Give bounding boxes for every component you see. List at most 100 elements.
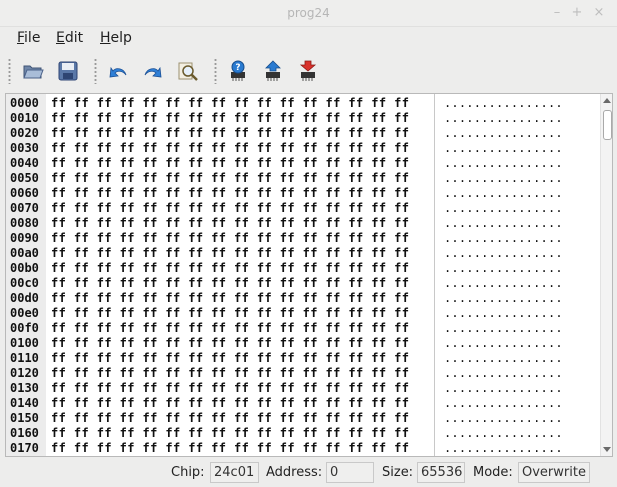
chip-read-icon xyxy=(265,60,281,81)
hex-ascii-divider xyxy=(434,94,435,456)
chip-write-button[interactable] xyxy=(293,56,323,86)
status-bar: Chip: 24c01 Address: 0 Size: 65536 Mode:… xyxy=(0,459,617,487)
row-hex-bytes[interactable]: ff ff ff ff ff ff ff ff ff ff ff ff ff f… xyxy=(51,366,409,381)
chip-read-button[interactable] xyxy=(258,56,288,86)
row-ascii[interactable]: ................ xyxy=(444,306,563,321)
row-ascii[interactable]: ................ xyxy=(444,156,563,171)
vertical-scrollbar[interactable] xyxy=(600,94,612,456)
mode-value: Overwrite xyxy=(518,462,590,483)
row-address: 00a0 xyxy=(10,246,39,260)
row-address: 00d0 xyxy=(10,291,39,305)
row-hex-bytes[interactable]: ff ff ff ff ff ff ff ff ff ff ff ff ff f… xyxy=(51,126,409,141)
row-hex-bytes[interactable]: ff ff ff ff ff ff ff ff ff ff ff ff ff f… xyxy=(51,231,409,246)
row-ascii[interactable]: ................ xyxy=(444,111,563,126)
row-ascii[interactable]: ................ xyxy=(444,321,563,336)
size-label: Size: xyxy=(382,465,414,480)
row-address: 00c0 xyxy=(10,276,39,290)
row-hex-bytes[interactable]: ff ff ff ff ff ff ff ff ff ff ff ff ff f… xyxy=(51,96,409,111)
mode-label: Mode: xyxy=(473,465,513,480)
row-ascii[interactable]: ................ xyxy=(444,216,563,231)
scroll-thumb[interactable] xyxy=(603,110,612,140)
maximize-icon[interactable]: + xyxy=(568,4,586,22)
row-address: 0050 xyxy=(10,171,39,185)
row-ascii[interactable]: ................ xyxy=(444,426,563,441)
app-window: prog24 – + × File Edit Help ? 0000 ff ff… xyxy=(0,0,617,487)
save-button[interactable] xyxy=(53,56,83,86)
title-bar[interactable]: prog24 – + × xyxy=(0,0,617,27)
chip-label: Chip: xyxy=(171,465,205,480)
row-address: 0090 xyxy=(10,231,39,245)
row-hex-bytes[interactable]: ff ff ff ff ff ff ff ff ff ff ff ff ff f… xyxy=(51,351,409,366)
row-hex-bytes[interactable]: ff ff ff ff ff ff ff ff ff ff ff ff ff f… xyxy=(51,336,409,351)
row-hex-bytes[interactable]: ff ff ff ff ff ff ff ff ff ff ff ff ff f… xyxy=(51,141,409,156)
redo-button[interactable] xyxy=(138,56,168,86)
row-hex-bytes[interactable]: ff ff ff ff ff ff ff ff ff ff ff ff ff f… xyxy=(51,396,409,411)
row-address: 0070 xyxy=(10,201,39,215)
row-hex-bytes[interactable]: ff ff ff ff ff ff ff ff ff ff ff ff ff f… xyxy=(51,321,409,336)
undo-button[interactable] xyxy=(103,56,133,86)
find-button[interactable] xyxy=(173,56,203,86)
row-hex-bytes[interactable]: ff ff ff ff ff ff ff ff ff ff ff ff ff f… xyxy=(51,381,409,396)
row-hex-bytes[interactable]: ff ff ff ff ff ff ff ff ff ff ff ff ff f… xyxy=(51,171,409,186)
row-hex-bytes[interactable]: ff ff ff ff ff ff ff ff ff ff ff ff ff f… xyxy=(51,261,409,276)
row-ascii[interactable]: ................ xyxy=(444,291,563,306)
row-ascii[interactable]: ................ xyxy=(444,276,563,291)
row-address: 0100 xyxy=(10,336,39,350)
row-address: 0160 xyxy=(10,426,39,440)
row-address: 0140 xyxy=(10,396,39,410)
chip-info-button[interactable]: ? xyxy=(223,56,253,86)
row-ascii[interactable]: ................ xyxy=(444,246,563,261)
row-hex-bytes[interactable]: ff ff ff ff ff ff ff ff ff ff ff ff ff f… xyxy=(51,411,409,426)
row-hex-bytes[interactable]: ff ff ff ff ff ff ff ff ff ff ff ff ff f… xyxy=(51,216,409,231)
row-ascii[interactable]: ................ xyxy=(444,441,563,456)
row-hex-bytes[interactable]: ff ff ff ff ff ff ff ff ff ff ff ff ff f… xyxy=(51,441,409,456)
find-icon xyxy=(178,62,198,81)
row-ascii[interactable]: ................ xyxy=(444,126,563,141)
row-ascii[interactable]: ................ xyxy=(444,261,563,276)
row-ascii[interactable]: ................ xyxy=(444,186,563,201)
row-ascii[interactable]: ................ xyxy=(444,171,563,186)
toolbar-separator xyxy=(94,58,97,84)
row-address: 0020 xyxy=(10,126,39,140)
row-hex-bytes[interactable]: ff ff ff ff ff ff ff ff ff ff ff ff ff f… xyxy=(51,276,409,291)
chip-write-icon xyxy=(299,60,317,81)
row-address: 0130 xyxy=(10,381,39,395)
row-address: 00f0 xyxy=(10,321,39,335)
row-ascii[interactable]: ................ xyxy=(444,366,563,381)
row-hex-bytes[interactable]: ff ff ff ff ff ff ff ff ff ff ff ff ff f… xyxy=(51,186,409,201)
toolbar-grip[interactable] xyxy=(8,58,11,84)
row-address: 0170 xyxy=(10,441,39,455)
save-disk-icon xyxy=(58,61,78,81)
row-ascii[interactable]: ................ xyxy=(444,231,563,246)
row-hex-bytes[interactable]: ff ff ff ff ff ff ff ff ff ff ff ff ff f… xyxy=(51,246,409,261)
row-hex-bytes[interactable]: ff ff ff ff ff ff ff ff ff ff ff ff ff f… xyxy=(51,306,409,321)
row-ascii[interactable]: ................ xyxy=(444,141,563,156)
scroll-up-icon[interactable] xyxy=(603,98,611,103)
scroll-down-icon[interactable] xyxy=(603,447,611,452)
row-hex-bytes[interactable]: ff ff ff ff ff ff ff ff ff ff ff ff ff f… xyxy=(51,156,409,171)
size-value: 65536 xyxy=(417,462,465,483)
row-ascii[interactable]: ................ xyxy=(444,336,563,351)
row-address: 00e0 xyxy=(10,306,39,320)
menu-help[interactable]: Help xyxy=(100,30,132,46)
menu-file[interactable]: File xyxy=(17,30,40,46)
row-ascii[interactable]: ................ xyxy=(444,351,563,366)
row-ascii[interactable]: ................ xyxy=(444,381,563,396)
row-ascii[interactable]: ................ xyxy=(444,201,563,216)
row-hex-bytes[interactable]: ff ff ff ff ff ff ff ff ff ff ff ff ff f… xyxy=(51,291,409,306)
row-ascii[interactable]: ................ xyxy=(444,96,563,111)
chip-value: 24c01 xyxy=(210,462,259,483)
menu-edit[interactable]: Edit xyxy=(56,30,83,46)
hex-editor[interactable]: 0000 ff ff ff ff ff ff ff ff ff ff ff ff … xyxy=(5,93,613,457)
minimize-icon[interactable]: – xyxy=(548,4,566,22)
row-address: 0080 xyxy=(10,216,39,230)
row-ascii[interactable]: ................ xyxy=(444,411,563,426)
open-button[interactable] xyxy=(18,56,48,86)
row-hex-bytes[interactable]: ff ff ff ff ff ff ff ff ff ff ff ff ff f… xyxy=(51,111,409,126)
row-hex-bytes[interactable]: ff ff ff ff ff ff ff ff ff ff ff ff ff f… xyxy=(51,426,409,441)
address-value: 0 xyxy=(326,462,374,483)
close-icon[interactable]: × xyxy=(590,4,608,22)
row-ascii[interactable]: ................ xyxy=(444,396,563,411)
row-hex-bytes[interactable]: ff ff ff ff ff ff ff ff ff ff ff ff ff f… xyxy=(51,201,409,216)
row-address: 00b0 xyxy=(10,261,39,275)
